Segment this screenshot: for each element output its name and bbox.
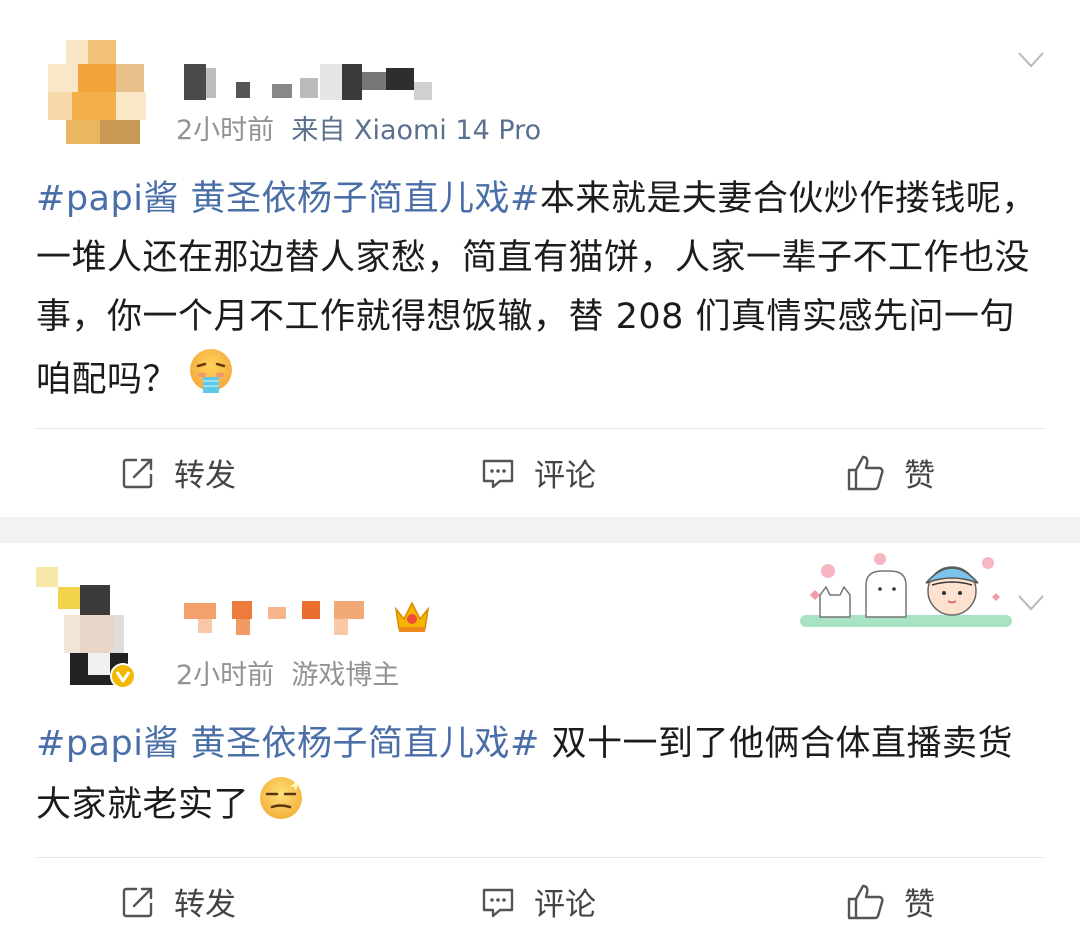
repost-button[interactable]: 转发 <box>120 879 236 924</box>
thumbs-up-icon <box>847 455 884 490</box>
post-meta: 2小时前 来自 Xiaomi 14 Pro <box>176 108 541 147</box>
username-blurred[interactable] <box>184 64 436 102</box>
comment-button[interactable]: 评论 <box>480 450 596 495</box>
divider <box>36 857 1044 858</box>
repost-icon <box>122 887 153 917</box>
like-label: 赞 <box>904 887 935 923</box>
repost-label: 转发 <box>174 458 236 494</box>
crown-icon <box>394 601 430 632</box>
like-button[interactable]: 赞 <box>846 879 935 924</box>
card-decoration-sticker <box>800 553 1012 627</box>
post-content: #papi酱 黄圣依杨子简直儿戏#本来就是夫妻合伙炒作搂钱呢，一堆人还在那边替人… <box>36 170 1046 416</box>
post-time: 2小时前 <box>176 115 275 146</box>
thumbs-up-icon <box>847 884 884 919</box>
chevron-down-icon[interactable] <box>1018 595 1044 611</box>
comment-label: 评论 <box>534 458 596 494</box>
username-blurred[interactable] <box>184 601 374 635</box>
vomit-face-emoji <box>186 347 236 416</box>
like-label: 赞 <box>904 458 935 494</box>
like-button[interactable]: 赞 <box>846 450 935 495</box>
post-time: 2小时前 <box>176 660 275 691</box>
divider <box>36 428 1044 429</box>
user-avatar[interactable] <box>48 40 152 144</box>
post-source: 来自 Xiaomi 14 Pro <box>291 115 542 146</box>
post-source: 游戏博主 <box>291 660 400 691</box>
chevron-down-icon[interactable] <box>1018 52 1044 68</box>
repost-label: 转发 <box>174 887 236 923</box>
repost-button[interactable]: 转发 <box>120 450 236 495</box>
comment-icon <box>482 888 514 917</box>
topic-link[interactable]: #papi酱 黄圣依杨子简直儿戏# <box>36 179 540 219</box>
post-separator <box>0 517 1080 543</box>
post-content: #papi酱 黄圣依杨子简直儿戏# 双十一到了他俩合体直播卖货大家就老实了 <box>36 715 1046 841</box>
weibo-post-2: 2小时前 游戏博主 #papi酱 黄圣依杨子简直儿戏# 双十一到了他俩合体直播卖… <box>0 543 1080 941</box>
weibo-post-1: 2小时前 来自 Xiaomi 14 Pro #papi酱 黄圣依杨子简直儿戏#本… <box>0 0 1080 517</box>
post-meta: 2小时前 游戏博主 <box>176 653 399 692</box>
comment-button[interactable]: 评论 <box>480 879 596 924</box>
comment-label: 评论 <box>534 887 596 923</box>
comment-icon <box>482 459 514 488</box>
repost-icon <box>122 458 153 488</box>
verified-badge-icon <box>110 663 136 689</box>
topic-link[interactable]: #papi酱 黄圣依杨子简直儿戏# <box>36 724 540 764</box>
smirk-face-emoji <box>257 774 305 841</box>
